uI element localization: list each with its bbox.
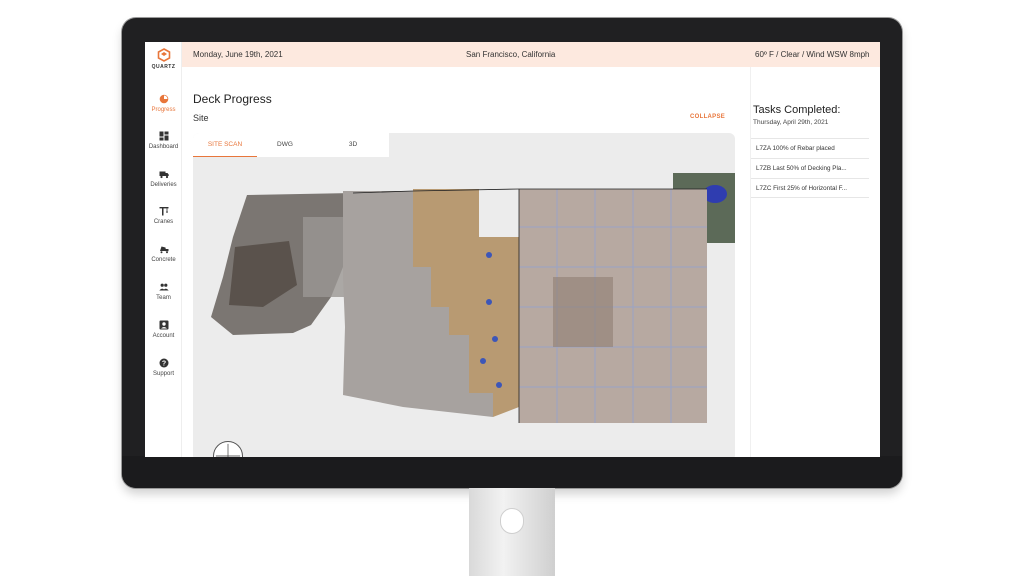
help-icon: ? xyxy=(159,358,168,368)
task-item[interactable]: L7ZC First 25% of Horizontal F... xyxy=(751,178,869,198)
monitor-chin xyxy=(122,456,902,488)
svg-text:?: ? xyxy=(161,361,165,368)
collapse-button[interactable]: COLLAPSE xyxy=(690,114,725,120)
sidebar-item-label: Support xyxy=(152,371,174,377)
header-date: Monday, June 19th, 2021 xyxy=(193,50,283,59)
scan-deck-patch xyxy=(553,277,613,347)
truck-icon xyxy=(159,171,169,179)
header-location: San Francisco, California xyxy=(466,50,556,59)
team-icon xyxy=(158,283,169,291)
sidebar-item-progress[interactable]: Progress xyxy=(145,94,182,128)
sidebar-item-account[interactable]: Account xyxy=(145,320,182,354)
brand-name: QUARTZ xyxy=(151,64,176,70)
sidebar-item-label: Dashboard xyxy=(148,144,179,150)
tasks-title: Tasks Completed: xyxy=(753,104,841,116)
sidebar-item-label: Concrete xyxy=(151,257,176,263)
tasks-panel: Tasks Completed: Thursday, April 29th, 2… xyxy=(750,67,880,457)
view-tabs: SITE SCAN DWG 3D xyxy=(193,133,389,157)
dashboard-icon xyxy=(159,131,168,141)
tasks-date: Thursday, April 29th, 2021 xyxy=(753,119,829,126)
concrete-mixer-icon xyxy=(159,246,168,254)
sidebar-item-support[interactable]: ? Support xyxy=(145,358,182,392)
sidebar: QUARTZ Progress Dashboard Deliveries Cra… xyxy=(145,42,182,457)
site-view-panel: SITE SCAN DWG 3D xyxy=(193,133,735,457)
sidebar-item-dashboard[interactable]: Dashboard xyxy=(145,131,182,165)
task-item[interactable]: L7ZB Last 50% of Decking Pla... xyxy=(751,158,869,178)
app-screen: QUARTZ Progress Dashboard Deliveries Cra… xyxy=(145,42,880,457)
sidebar-item-label: Team xyxy=(156,295,171,301)
account-icon xyxy=(159,320,168,330)
page-title: Deck Progress xyxy=(193,92,272,106)
section-title: Site xyxy=(193,113,209,123)
header-bar: Monday, June 19th, 2021 San Francisco, C… xyxy=(182,42,880,67)
sidebar-item-label: Progress xyxy=(151,107,176,113)
sidebar-item-team[interactable]: Team xyxy=(145,282,182,316)
compass-icon[interactable] xyxy=(213,441,243,457)
scan-grid-area xyxy=(303,217,347,297)
quartz-logo-icon xyxy=(157,48,170,62)
progress-icon xyxy=(159,94,168,104)
site-scan-map[interactable] xyxy=(193,157,735,457)
header-weather: 60º F / Clear / Wind WSW 8mph xyxy=(755,50,870,59)
tab-site-scan[interactable]: SITE SCAN xyxy=(193,133,257,157)
sidebar-item-label: Deliveries xyxy=(150,182,177,188)
task-item[interactable]: L7ZA 100% of Rebar placed xyxy=(751,138,869,158)
crane-icon xyxy=(159,207,168,216)
tab-3d[interactable]: 3D xyxy=(321,133,385,157)
sidebar-item-cranes[interactable]: Cranes xyxy=(145,206,182,240)
sidebar-item-deliveries[interactable]: Deliveries xyxy=(145,169,182,203)
tab-dwg[interactable]: DWG xyxy=(253,133,317,157)
stand-cable-hole xyxy=(500,508,524,534)
sidebar-item-label: Account xyxy=(152,333,175,339)
main-content: Deck Progress Site COLLAPSE SITE SCAN DW… xyxy=(182,67,750,457)
quartz-logo[interactable]: QUARTZ xyxy=(145,48,182,76)
sidebar-item-label: Cranes xyxy=(153,219,174,225)
sidebar-item-concrete[interactable]: Concrete xyxy=(145,244,182,278)
